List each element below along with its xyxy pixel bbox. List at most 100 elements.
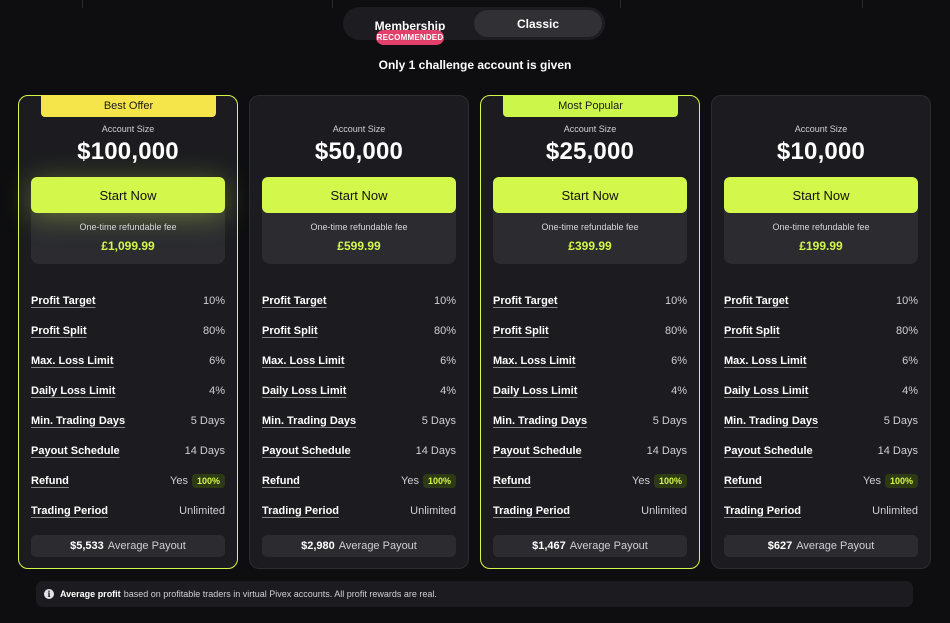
daily-loss-label[interactable]: Daily Loss Limit — [31, 385, 115, 397]
info-icon: i — [44, 589, 54, 599]
row-profit-target: Profit Target 10% — [262, 286, 456, 316]
account-size-label: Account Size — [101, 124, 155, 134]
max-loss-value: 6% — [440, 355, 456, 367]
fee-label: One-time refundable fee — [310, 222, 408, 232]
row-daily-loss: Daily Loss Limit 4% — [31, 376, 225, 406]
refund-value: Yes 100% — [401, 474, 456, 488]
recommended-badge: RECOMMENDED — [376, 30, 444, 45]
min-days-value: 5 Days — [652, 415, 687, 427]
row-profit-split: Profit Split 80% — [262, 316, 456, 346]
best-offer-tag: Best Offer — [41, 95, 216, 117]
refund-badge: 100% — [884, 474, 918, 488]
profit-split-label[interactable]: Profit Split — [493, 325, 549, 337]
payout-schedule-label[interactable]: Payout Schedule — [262, 445, 351, 457]
fee-price: £599.99 — [337, 239, 381, 253]
account-size-value: $10,000 — [776, 138, 866, 165]
profit-target-label[interactable]: Profit Target — [724, 295, 789, 307]
start-now-button[interactable]: Start Now — [493, 177, 687, 213]
refund-label[interactable]: Refund — [262, 475, 300, 487]
refund-yes: Yes — [863, 475, 881, 487]
start-now-button[interactable]: Start Now — [724, 177, 918, 213]
row-profit-split: Profit Split 80% — [493, 316, 687, 346]
plan-details: Profit Target 10% Profit Split 80% Max. Lo… — [31, 286, 225, 526]
max-loss-value: 6% — [671, 355, 687, 367]
fee-box: Start Now One-time refundable fee £399.9… — [493, 177, 687, 264]
profit-split-value: 80% — [895, 325, 918, 337]
plan-details: Profit Target 10% Profit Split 80% Max. Lo… — [724, 286, 918, 526]
footer-note: i Average profit based on profitable tra… — [36, 581, 913, 607]
trading-period-label[interactable]: Trading Period — [262, 505, 339, 517]
plan-card-100k: Best Offer Account Size $100,000 Start N… — [18, 95, 238, 569]
fee-box: Start Now One-time refundable fee £1,099… — [31, 177, 225, 264]
payout-schedule-label[interactable]: Payout Schedule — [493, 445, 582, 457]
max-loss-label[interactable]: Max. Loss Limit — [724, 355, 807, 367]
max-loss-value: 6% — [902, 355, 918, 367]
profit-target-label[interactable]: Profit Target — [262, 295, 327, 307]
profit-target-value: 10% — [664, 295, 687, 307]
start-now-button[interactable]: Start Now — [262, 177, 456, 213]
row-min-days: Min. Trading Days 5 Days — [724, 406, 918, 436]
profit-split-label[interactable]: Profit Split — [262, 325, 318, 337]
row-payout-schedule: Payout Schedule 14 Days — [724, 436, 918, 466]
start-now-button[interactable]: Start Now — [31, 177, 225, 213]
refund-label[interactable]: Refund — [724, 475, 762, 487]
row-payout-schedule: Payout Schedule 14 Days — [31, 436, 225, 466]
row-trading-period: Trading Period Unlimited — [31, 496, 225, 526]
average-payout-label: Average Payout — [796, 540, 875, 552]
refund-badge: 100% — [191, 474, 225, 488]
profit-target-value: 10% — [895, 295, 918, 307]
fee-label: One-time refundable fee — [541, 222, 639, 232]
refund-value: Yes 100% — [863, 474, 918, 488]
daily-loss-label[interactable]: Daily Loss Limit — [724, 385, 808, 397]
average-payout-amount: $627 — [767, 540, 793, 552]
trading-period-value: Unlimited — [410, 505, 456, 517]
page-subtitle: Only 1 challenge account is given — [378, 58, 572, 72]
row-daily-loss: Daily Loss Limit 4% — [262, 376, 456, 406]
average-payout: $627 Average Payout — [724, 535, 918, 557]
daily-loss-label[interactable]: Daily Loss Limit — [493, 385, 577, 397]
toggle-classic[interactable]: Classic — [474, 10, 602, 37]
payout-schedule-value: 14 Days — [415, 445, 456, 457]
profit-target-value: 10% — [433, 295, 456, 307]
row-daily-loss: Daily Loss Limit 4% — [493, 376, 687, 406]
profit-split-label[interactable]: Profit Split — [724, 325, 780, 337]
profit-target-label[interactable]: Profit Target — [31, 295, 96, 307]
max-loss-value: 6% — [209, 355, 225, 367]
refund-badge: 100% — [422, 474, 456, 488]
payout-schedule-label[interactable]: Payout Schedule — [724, 445, 813, 457]
max-loss-label[interactable]: Max. Loss Limit — [31, 355, 114, 367]
min-days-label[interactable]: Min. Trading Days — [31, 415, 125, 427]
trading-period-label[interactable]: Trading Period — [31, 505, 108, 517]
row-profit-target: Profit Target 10% — [493, 286, 687, 316]
profit-split-label[interactable]: Profit Split — [31, 325, 87, 337]
row-profit-split: Profit Split 80% — [31, 316, 225, 346]
profit-target-label[interactable]: Profit Target — [493, 295, 558, 307]
min-days-value: 5 Days — [883, 415, 918, 427]
row-profit-split: Profit Split 80% — [724, 316, 918, 346]
trading-period-label[interactable]: Trading Period — [724, 505, 801, 517]
refund-value: Yes 100% — [632, 474, 687, 488]
average-payout-label: Average Payout — [569, 540, 648, 552]
min-days-label[interactable]: Min. Trading Days — [493, 415, 587, 427]
min-days-label[interactable]: Min. Trading Days — [262, 415, 356, 427]
account-size-label: Account Size — [794, 124, 848, 134]
average-payout: $1,467 Average Payout — [493, 535, 687, 557]
max-loss-label[interactable]: Max. Loss Limit — [493, 355, 576, 367]
profit-split-value: 80% — [664, 325, 687, 337]
average-payout-amount: $1,467 — [532, 540, 566, 552]
refund-label[interactable]: Refund — [493, 475, 531, 487]
average-payout: $2,980 Average Payout — [262, 535, 456, 557]
payout-schedule-value: 14 Days — [184, 445, 225, 457]
min-days-label[interactable]: Min. Trading Days — [724, 415, 818, 427]
refund-label[interactable]: Refund — [31, 475, 69, 487]
trading-period-label[interactable]: Trading Period — [493, 505, 570, 517]
average-payout-amount: $5,533 — [70, 540, 104, 552]
payout-schedule-label[interactable]: Payout Schedule — [31, 445, 120, 457]
daily-loss-label[interactable]: Daily Loss Limit — [262, 385, 346, 397]
max-loss-label[interactable]: Max. Loss Limit — [262, 355, 345, 367]
row-max-loss: Max. Loss Limit 6% — [262, 346, 456, 376]
row-profit-target: Profit Target 10% — [31, 286, 225, 316]
refund-yes: Yes — [632, 475, 650, 487]
row-daily-loss: Daily Loss Limit 4% — [724, 376, 918, 406]
fee-label: One-time refundable fee — [79, 222, 177, 232]
